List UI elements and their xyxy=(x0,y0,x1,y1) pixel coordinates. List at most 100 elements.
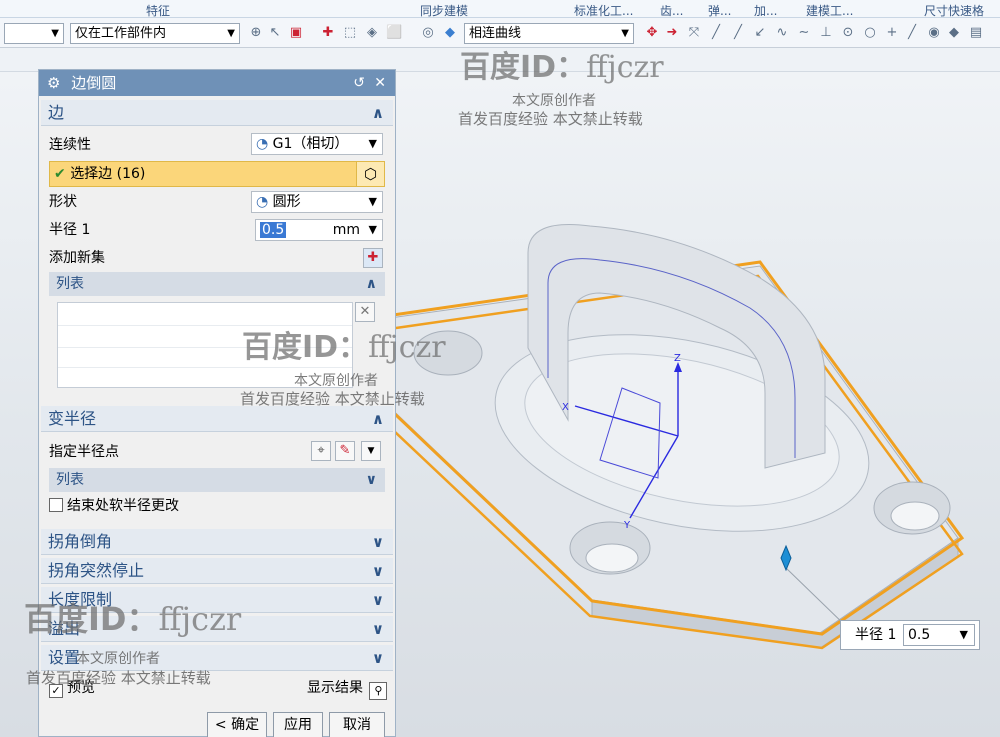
rectangle-select-icon[interactable]: ⬜ xyxy=(386,25,402,41)
select-edge-label: 选择边 (16) xyxy=(70,166,146,182)
continuity-dropdown[interactable]: ◔ G1（相切） ▼ xyxy=(251,133,383,155)
chevron-down-icon: ▼ xyxy=(368,195,377,208)
arc-center-icon[interactable]: ⊙ xyxy=(840,25,856,41)
stop-short-title: 拐角突然停止 xyxy=(48,561,145,580)
wave-icon[interactable]: ∼ xyxy=(796,25,812,41)
variable-list-header[interactable]: 列表 ∨ xyxy=(49,468,385,492)
bounded-grid-icon[interactable]: ◆ xyxy=(946,25,962,41)
chevron-down-icon[interactable]: ▼ xyxy=(361,441,381,461)
cancel-button[interactable]: 取消 xyxy=(329,712,385,737)
pole-icon[interactable]: ◉ xyxy=(926,25,942,41)
watermark-id-name: ffjczr xyxy=(368,330,446,365)
stop-at-intersection-icon[interactable]: ✥ xyxy=(644,25,660,41)
specify-radius-point-label: 指定半径点 xyxy=(49,444,119,460)
ribbon-group-machining[interactable]: 加... xyxy=(754,2,777,17)
watermark-notice-top: 首发百度经验 本文禁止转载 xyxy=(458,110,643,128)
apply-button[interactable]: 应用 xyxy=(273,712,323,737)
chevron-down-icon: ∨ xyxy=(371,591,384,609)
follow-fillet-icon[interactable]: ➜ xyxy=(664,25,680,41)
tangent-icon: ◔ xyxy=(256,136,269,152)
line-snap-icon[interactable]: ╱ xyxy=(708,25,724,41)
corner-setback-title: 拐角倒角 xyxy=(48,532,113,551)
soft-radius-checkbox[interactable] xyxy=(49,498,63,512)
watermark-id-prefix: 百度ID： xyxy=(242,330,369,365)
chevron-down-icon: ▼ xyxy=(621,28,629,39)
x-axis-label: X xyxy=(562,402,569,413)
curve-rule-dropdown[interactable]: 相连曲线 ▼ xyxy=(464,23,634,44)
shape-dropdown[interactable]: ◔ 圆形 ▼ xyxy=(251,191,383,213)
existing-point-icon[interactable]: + xyxy=(884,25,900,41)
line-snap-2-icon[interactable]: ╱ xyxy=(730,25,746,41)
variable-radius-section-header[interactable]: 变半径 ∧ xyxy=(41,406,393,432)
add-set-icon[interactable]: ✚ xyxy=(363,248,383,268)
quadrant-point-icon[interactable]: ○ xyxy=(862,25,878,41)
watermark-id-top: 百度ID：ffjczr xyxy=(460,42,664,86)
watermark-id-name: ffjczr xyxy=(586,50,664,85)
floating-radius-value-field[interactable]: 0.5 ▼ xyxy=(903,624,975,646)
curve-rule-value: 相连曲线 xyxy=(469,26,522,41)
floating-radius-input[interactable]: 半径 1 0.5 ▼ xyxy=(840,620,980,650)
point-dialog-icon[interactable]: ✎ xyxy=(335,441,355,461)
control-point-icon[interactable]: ⊥ xyxy=(818,25,834,41)
chevron-up-icon: ∧ xyxy=(371,104,384,122)
delete-icon[interactable]: ✕ xyxy=(355,302,375,322)
chevron-up-icon: ∧ xyxy=(371,410,384,428)
ribbon-group-standard[interactable]: 标准化工... xyxy=(574,2,633,17)
corner-setback-section[interactable]: 拐角倒角 ∨ xyxy=(41,529,393,555)
close-icon[interactable]: ✕ xyxy=(374,70,386,96)
ok-button[interactable]: < 确定 > xyxy=(207,712,267,737)
radius-label: 半径 1 xyxy=(49,222,91,238)
watermark-author-top: 本文原创作者 xyxy=(512,93,596,109)
settings-icon[interactable]: ⚙ xyxy=(47,74,60,92)
ribbon-group-sync-modeling[interactable]: 同步建模 xyxy=(420,2,468,17)
edge-section-title: 边 xyxy=(48,103,65,122)
chevron-down-icon: ∨ xyxy=(371,620,384,638)
floating-radius-label: 半径 1 xyxy=(855,627,897,643)
tangent-snap-icon[interactable]: ⤧ xyxy=(686,25,702,41)
watermark-id-bottom: 百度ID：ffjczr xyxy=(24,594,241,640)
continuity-label: 连续性 xyxy=(49,137,91,153)
ribbon-group-spring[interactable]: 弹... xyxy=(708,2,731,17)
soft-radius-change-option[interactable]: 结束处软半径更改 xyxy=(49,496,179,516)
point-icon[interactable]: ⌖ xyxy=(311,441,331,461)
watermark-notice-mid: 首发百度经验 本文禁止转载 xyxy=(240,390,425,408)
feature-select-icon[interactable]: ▣ xyxy=(288,25,304,41)
chevron-down-icon: ▼ xyxy=(227,28,235,39)
ribbon-group-features[interactable]: 特征 xyxy=(146,2,170,17)
select-tool-icon[interactable]: ↖ xyxy=(267,25,283,41)
selection-scope-dropdown[interactable]: 仅在工作部件内 ▼ xyxy=(70,23,240,44)
mid-point-icon[interactable]: ∿ xyxy=(774,25,790,41)
edge-section-header[interactable]: 边 ∧ xyxy=(41,100,393,126)
chevron-down-icon: ▼ xyxy=(959,628,968,641)
edge-list-header[interactable]: 列表 ∧ xyxy=(49,272,385,296)
dialog-title-bar[interactable]: ⚙ 边倒圆 ↺ ✕ xyxy=(39,70,395,96)
view-orient-icon[interactable]: ◎ xyxy=(420,25,436,41)
cube-icon[interactable]: ⬡ xyxy=(356,162,384,186)
shaded-view-icon[interactable]: ◆ xyxy=(442,25,458,41)
variable-radius-title: 变半径 xyxy=(48,409,97,428)
point-snap-icon[interactable]: ✚ xyxy=(320,25,336,41)
chevron-down-icon: ▼ xyxy=(51,28,59,39)
end-point-icon[interactable]: ↙ xyxy=(752,25,768,41)
show-result-option[interactable]: 显示结果 ⚲ xyxy=(307,678,391,700)
ribbon-group-modeling-tools[interactable]: 建模工... xyxy=(806,2,853,17)
type-filter-dropdown[interactable]: ▼ xyxy=(4,23,64,44)
chevron-down-icon: ∨ xyxy=(371,533,384,551)
ribbon-group-gear[interactable]: 齿... xyxy=(660,2,683,17)
radius-input[interactable]: 0.5 mm ▼ xyxy=(255,219,383,241)
face-select-icon[interactable]: ◈ xyxy=(364,25,380,41)
stop-short-section[interactable]: 拐角突然停止 ∨ xyxy=(41,558,393,584)
point-on-curve-icon[interactable]: ╱ xyxy=(904,25,920,41)
watermark-id-mid: 百度ID：ffjczr xyxy=(242,322,446,366)
selection-scope-value: 仅在工作部件内 xyxy=(75,26,167,41)
reset-icon[interactable]: ↺ xyxy=(353,70,365,96)
body-select-icon[interactable]: ⬚ xyxy=(342,25,358,41)
snap-icon[interactable]: ⊕ xyxy=(248,25,264,41)
clear-icon[interactable]: ▤ xyxy=(968,25,984,41)
add-new-set-label: 添加新集 xyxy=(49,250,105,266)
select-edge-row[interactable]: ✔ 选择边 (16) ⬡ xyxy=(49,161,385,187)
ribbon-group-dimension[interactable]: 尺寸快速格 xyxy=(924,2,984,17)
watermark-author-mid: 本文原创作者 xyxy=(294,373,378,389)
radius-value: 0.5 xyxy=(260,222,287,238)
magnifier-icon[interactable]: ⚲ xyxy=(369,682,388,700)
